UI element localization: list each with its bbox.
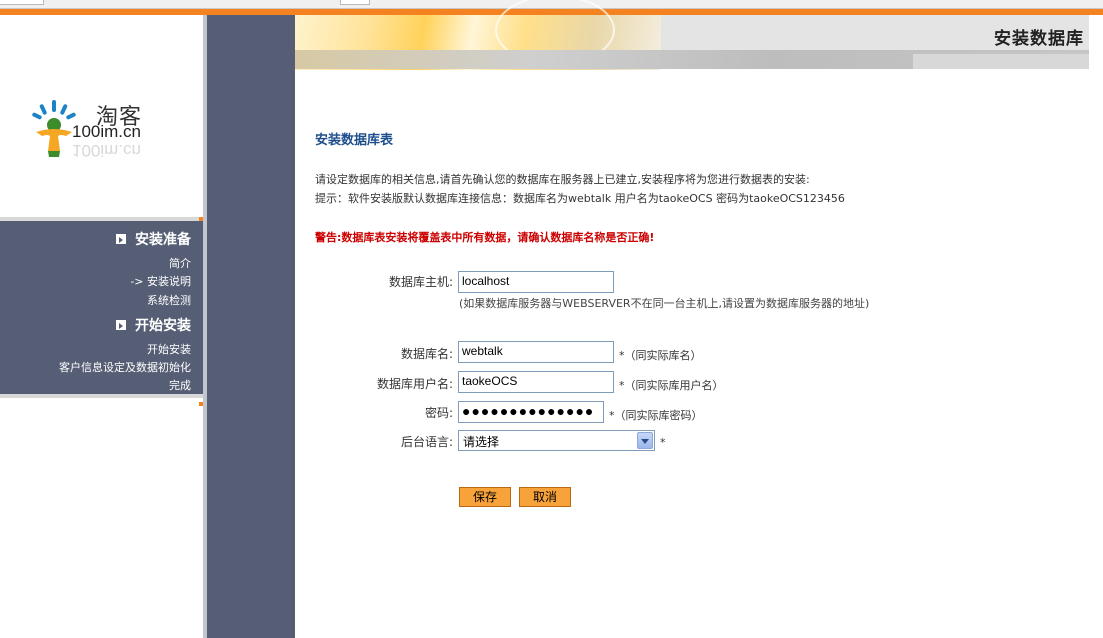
cancel-button[interactable]: 取消 bbox=[519, 487, 571, 507]
intro-line-2: 提示：软件安装版默认数据库连接信息：数据库名为webtalk 用户名为taoke… bbox=[315, 192, 845, 205]
password-hint: *（同实际库密码） bbox=[609, 409, 703, 422]
banner-stripe bbox=[295, 50, 1089, 69]
logo-url-text: 100im.cn bbox=[72, 122, 141, 141]
decorative-column bbox=[207, 15, 295, 638]
menu-item-install-guide[interactable]: -> 安装说明 bbox=[130, 273, 191, 289]
host-label: 数据库主机: bbox=[388, 275, 453, 289]
dbuser-hint: *（同实际库用户名） bbox=[619, 379, 724, 392]
dbname-hint: *（同实际库名） bbox=[619, 349, 702, 362]
language-label: 后台语言: bbox=[400, 435, 453, 449]
browser-tab-stub bbox=[0, 0, 44, 5]
menu-item-system-check[interactable]: 系统检测 bbox=[147, 292, 191, 308]
language-hint: * bbox=[660, 436, 666, 449]
menu-item-finish[interactable]: 完成 bbox=[169, 377, 191, 393]
chevron-down-icon[interactable] bbox=[637, 432, 653, 449]
dbuser-input[interactable]: taokeOCS bbox=[458, 371, 614, 393]
arrow-box-icon bbox=[116, 234, 126, 244]
section-title: 安装数据库表 bbox=[315, 133, 394, 148]
intro-text: 请设定数据库的相关信息,请首先确认您的数据库在服务器上已建立,安装程序将为您进行… bbox=[315, 170, 845, 208]
menu-section-prepare[interactable]: 安装准备 bbox=[116, 229, 191, 249]
page-title: 安装数据库 bbox=[994, 29, 1084, 49]
browser-tab-stub bbox=[340, 0, 370, 5]
menu-item-client-setup[interactable]: 客户信息设定及数据初始化 bbox=[59, 359, 191, 375]
header-banner: 安装数据库 bbox=[295, 0, 1089, 70]
banner-title-bg: 安装数据库 bbox=[661, 15, 1089, 50]
password-input[interactable]: ●●●●●●●●●●●●●● bbox=[458, 401, 604, 423]
sidebar: 淘客 100im.cn 100im.cn 安装准备 简介 -> 安装说明 系统检… bbox=[0, 15, 203, 638]
menu-section-label: 开始安装 bbox=[135, 318, 191, 334]
password-label: 密码: bbox=[424, 406, 453, 420]
language-select-value: 请选择 bbox=[463, 435, 500, 449]
menu-section-label: 安装准备 bbox=[135, 232, 191, 248]
menu-item-intro[interactable]: 简介 bbox=[169, 255, 191, 271]
arrow-box-icon bbox=[116, 320, 126, 330]
save-button[interactable]: 保存 bbox=[459, 487, 511, 507]
dbname-label: 数据库名: bbox=[400, 347, 453, 361]
logo-url-reflection: 100im.cn bbox=[72, 141, 141, 160]
language-select[interactable]: 请选择 bbox=[458, 430, 655, 451]
dbuser-label: 数据库用户名: bbox=[376, 377, 453, 391]
warning-text: 警告:数据库表安装将覆盖表中所有数据，请确认数据库名称是否正确! bbox=[315, 231, 655, 244]
sidebar-menu: 安装准备 简介 -> 安装说明 系统检测 开始安装 开始安装 客户信息设定及数据… bbox=[0, 217, 203, 406]
host-input[interactable]: localhost bbox=[458, 271, 614, 293]
intro-line-1: 请设定数据库的相关信息,请首先确认您的数据库在服务器上已建立,安装程序将为您进行… bbox=[315, 173, 810, 186]
dbname-input[interactable]: webtalk bbox=[458, 341, 614, 363]
logo: 淘客 100im.cn 100im.cn bbox=[26, 99, 176, 169]
menu-item-start-install[interactable]: 开始安装 bbox=[147, 341, 191, 357]
menu-section-install[interactable]: 开始安装 bbox=[116, 315, 191, 335]
host-note: (如果数据库服务器与WEBSERVER不在同一台主机上,请设置为数据库服务器的地… bbox=[459, 297, 870, 310]
